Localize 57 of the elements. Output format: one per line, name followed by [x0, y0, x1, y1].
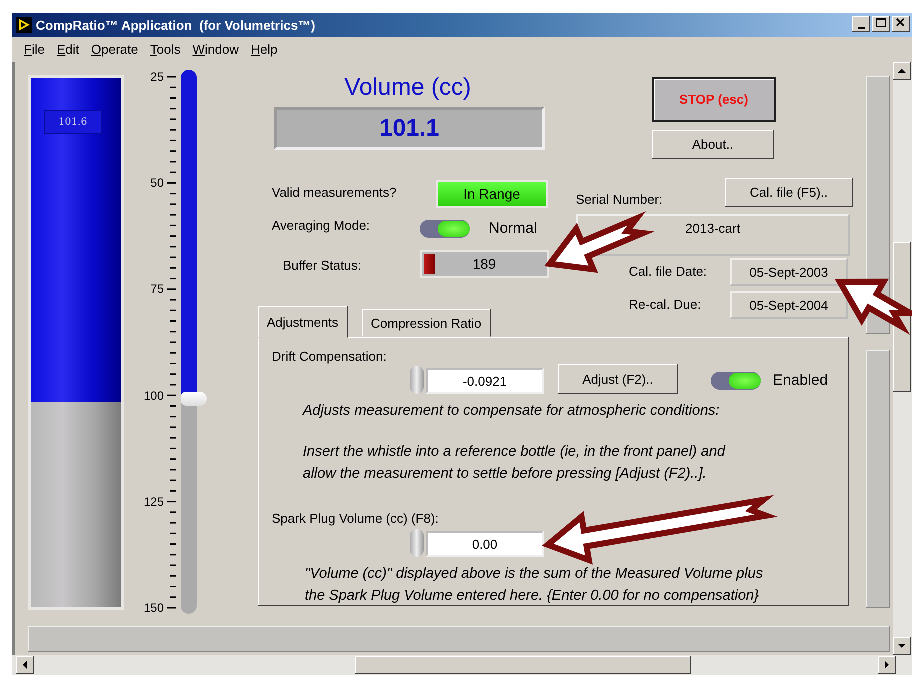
scroll-right-icon	[884, 661, 890, 669]
drift-note: Adjusts measurement to compensate for atmospheric conditions:	[303, 402, 720, 421]
averaging-label: Averaging Mode:	[272, 218, 370, 233]
drift-instructions: Insert the whistle into a reference bottle (ie, in the front panel) and allow the measurement to settle before pressing [Adjust (F2)..].	[303, 443, 726, 484]
menu-item[interactable]: Help	[250, 42, 278, 57]
volume-label: Volume (cc)	[344, 74, 472, 102]
menu-item[interactable]: Tools	[150, 42, 181, 57]
app-icon	[16, 17, 32, 33]
drift-label: Drift Compensation:	[272, 349, 387, 364]
vertical-scrollbar[interactable]	[893, 62, 912, 655]
enabled-state: Enabled	[773, 372, 828, 389]
maximize-icon	[874, 17, 888, 29]
maximize-button[interactable]	[872, 16, 890, 32]
recal-due-field: 05-Sept-2004	[730, 291, 848, 319]
serial-label: Serial Number:	[576, 192, 663, 207]
about-button[interactable]: About..	[652, 130, 774, 159]
scale-label: 150	[142, 601, 164, 615]
menu-item[interactable]: Window	[192, 42, 239, 57]
scale-label: 75	[150, 282, 164, 296]
scroll-up-icon	[898, 68, 906, 74]
scroll-left-icon	[22, 661, 28, 669]
minimize-icon	[858, 27, 864, 29]
status-indicator: In Range	[436, 180, 548, 208]
scale-label: 25	[150, 70, 164, 84]
tab[interactable]: Adjustments	[258, 306, 348, 338]
cal-date-field: 05-Sept-2003	[730, 258, 848, 286]
recal-due-label: Re-cal. Due:	[629, 297, 702, 312]
tab[interactable]: Compression Ratio	[362, 309, 491, 337]
scroll-down-icon	[898, 643, 906, 649]
window-title: CompRatio™ Application (for Volumetrics™)	[36, 18, 316, 32]
menu-item[interactable]: Edit	[56, 42, 80, 57]
slider-thumb[interactable]	[181, 392, 207, 406]
scroll-thumb[interactable]	[355, 656, 691, 674]
scale-label: 125	[142, 494, 164, 509]
cal-date-label: Cal. file Date:	[629, 264, 708, 279]
horizontal-scrollbar[interactable]	[12, 655, 912, 675]
tank-readout: 101.6	[44, 110, 102, 134]
slider-track[interactable]	[181, 70, 197, 614]
menu-item[interactable]: File	[24, 42, 45, 57]
menu-item[interactable]: Operate	[91, 42, 138, 57]
scale-label: 100	[142, 388, 164, 403]
spark-field[interactable]: 0.00	[426, 531, 544, 557]
buffer-label: Buffer Status:	[283, 258, 362, 273]
averaging-state: Normal	[489, 220, 538, 237]
drift-field[interactable]: -0.0921	[426, 368, 544, 394]
valid-label: Valid measurements?	[272, 185, 397, 200]
cal-file-button[interactable]: Cal. file (F5)..	[725, 178, 853, 207]
close-button[interactable]	[892, 16, 910, 32]
minimize-button[interactable]	[852, 16, 870, 32]
adjust-button[interactable]: Adjust (F2)..	[558, 364, 678, 394]
volume-readout: 101.1	[274, 107, 545, 150]
scale-label: 50	[150, 176, 164, 190]
buffer-value: 189	[472, 256, 496, 272]
toggle-switch[interactable]	[711, 372, 761, 390]
spark-label: Spark Plug Volume (cc) (F8):	[272, 511, 439, 526]
spark-note: "Volume (cc)" displayed above is the sum of the Measured Volume plus the Spark Plug Volume entered here. {Enter 0.00 for no compensation}	[305, 565, 764, 606]
toggle-switch[interactable]	[420, 220, 470, 238]
